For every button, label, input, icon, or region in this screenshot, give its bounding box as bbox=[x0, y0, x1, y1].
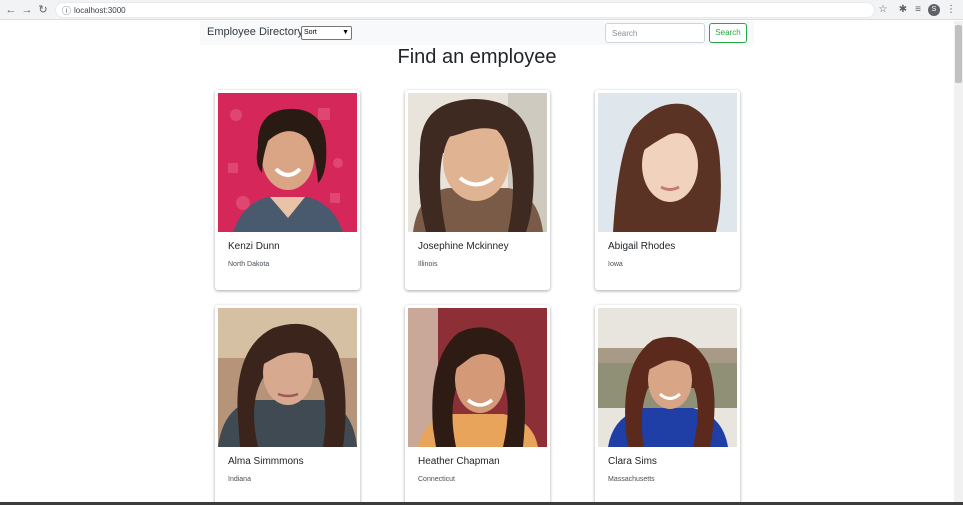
employee-card[interactable]: Alma Simmmons Indiana bbox=[215, 305, 360, 505]
more-menu-icon[interactable]: ⋮ bbox=[944, 3, 958, 17]
employee-state: Connecticut bbox=[418, 476, 455, 483]
search-input[interactable] bbox=[605, 23, 705, 43]
address-bar[interactable]: ⓘ localhost:3000 bbox=[55, 2, 875, 18]
employee-state: Iowa bbox=[608, 261, 623, 268]
browser-toolbar: ← → ↻ ⓘ localhost:3000 ☆ ✱ ≡ S ⋮ bbox=[0, 0, 963, 20]
employee-state: Massachusetts bbox=[608, 476, 655, 483]
employee-photo bbox=[598, 308, 737, 447]
employee-photo bbox=[218, 308, 357, 447]
employee-state: Illinois bbox=[418, 261, 438, 268]
brand-title[interactable]: Employee Directory bbox=[207, 26, 303, 38]
employee-state: North Dakota bbox=[228, 261, 270, 268]
employee-photo bbox=[408, 93, 547, 232]
page-title: Find an employee bbox=[397, 46, 557, 68]
page-scrollbar[interactable] bbox=[954, 21, 963, 505]
employee-card[interactable]: Abigail Rhodes Iowa bbox=[595, 90, 740, 290]
reload-icon[interactable]: ↻ bbox=[36, 3, 50, 17]
employee-card[interactable]: Josephine Mckinney Illinois bbox=[405, 90, 550, 290]
employee-name: Kenzi Dunn bbox=[228, 241, 280, 252]
page-navbar: Employee Directory Sort ▼ Search bbox=[200, 21, 754, 45]
extensions-icon[interactable]: ✱ bbox=[896, 3, 910, 17]
sort-select[interactable]: Sort ▼ bbox=[301, 26, 352, 40]
reading-list-icon[interactable]: ≡ bbox=[911, 3, 925, 17]
employee-photo bbox=[598, 93, 737, 232]
employee-card[interactable]: Heather Chapman Connecticut bbox=[405, 305, 550, 505]
employee-name: Josephine Mckinney bbox=[418, 241, 509, 252]
employee-name: Alma Simmmons bbox=[228, 456, 304, 467]
employee-photo bbox=[218, 93, 357, 232]
employee-photo bbox=[408, 308, 547, 447]
forward-icon[interactable]: → bbox=[20, 3, 34, 17]
employee-name: Clara Sims bbox=[608, 456, 657, 467]
employee-card[interactable]: Kenzi Dunn North Dakota bbox=[215, 90, 360, 290]
address-url: localhost:3000 bbox=[74, 6, 126, 15]
sort-selected-value: Sort bbox=[304, 29, 317, 36]
employee-name: Abigail Rhodes bbox=[608, 241, 676, 252]
profile-avatar[interactable]: S bbox=[928, 4, 940, 16]
employee-name: Heather Chapman bbox=[418, 456, 500, 467]
chevron-down-icon: ▼ bbox=[342, 29, 349, 36]
back-icon[interactable]: ← bbox=[4, 3, 18, 17]
employee-card[interactable]: Clara Sims Massachusetts bbox=[595, 305, 740, 505]
info-icon[interactable]: ⓘ bbox=[62, 5, 71, 17]
scrollbar-thumb[interactable] bbox=[955, 25, 962, 83]
employee-state: Indiana bbox=[228, 476, 251, 483]
search-button[interactable]: Search bbox=[709, 23, 747, 43]
bookmark-star-icon[interactable]: ☆ bbox=[876, 3, 890, 17]
